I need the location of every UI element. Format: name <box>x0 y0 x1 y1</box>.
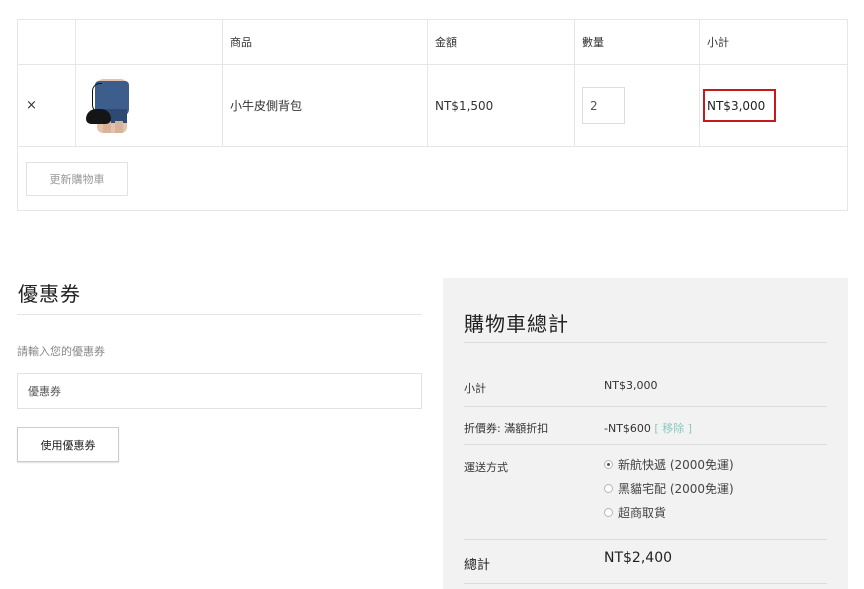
remove-cell: × <box>18 65 75 146</box>
totals-subtotal-row: 小計 NT$3,000 <box>464 343 827 407</box>
subtotal-cell: NT$3,000 <box>699 65 847 146</box>
coupon-divider <box>17 314 422 315</box>
totals-subtotal-label: 小計 <box>464 382 486 395</box>
header-thumbnail-cell <box>75 20 222 64</box>
header-product: 商品 <box>222 20 427 64</box>
totals-subtotal-value: NT$3,000 <box>604 379 658 392</box>
radio-selected-icon[interactable] <box>604 459 613 469</box>
radio-unselected-icon[interactable] <box>604 507 613 517</box>
totals-title: 購物車總計 <box>464 312 569 336</box>
header-product-label: 商品 <box>230 36 252 49</box>
line-subtotal: NT$3,000 <box>707 98 766 113</box>
shipping-options: 新航快遞 (2000免運) 黑貓宅配 (2000免運) 超商取貨 <box>604 452 734 524</box>
radio-unselected-icon[interactable] <box>604 483 613 493</box>
quantity-input[interactable] <box>582 87 625 124</box>
shipping-option-label: 黑貓宅配 (2000免運) <box>618 481 734 496</box>
cart-table: 商品 金額 數量 小計 × 小牛皮側背包 NT$1,500 2 NT$3,000… <box>17 19 848 211</box>
header-price-label: 金額 <box>435 36 457 49</box>
thumbnail-cell <box>75 65 222 146</box>
remove-coupon-link[interactable]: [ 移除 ] <box>654 422 692 435</box>
price-cell: NT$1,500 <box>427 65 574 146</box>
table-row: × 小牛皮側背包 NT$1,500 NT$3,000 <box>18 65 847 147</box>
grand-total-label: 總計 <box>464 558 491 573</box>
remove-item-icon[interactable]: × <box>18 99 37 112</box>
cart-totals-panel: 購物車總計 小計 NT$3,000 折價券: 滿額折扣 -NT$600 [ 移除… <box>443 278 848 589</box>
subtotal-highlight: NT$3,000 <box>703 89 776 122</box>
shipping-option-label: 新航快遞 (2000免運) <box>618 457 734 472</box>
header-subtotal-label: 小計 <box>707 36 729 49</box>
product-name-link[interactable]: 小牛皮側背包 <box>223 97 302 114</box>
apply-coupon-button[interactable]: 使用優惠券 <box>17 427 119 462</box>
totals-coupon-value: -NT$600 [ 移除 ] <box>604 420 692 436</box>
header-quantity: 數量 <box>574 20 699 64</box>
product-thumbnail[interactable] <box>83 78 137 133</box>
product-price: NT$1,500 <box>435 98 494 113</box>
coupon-prompt: 請輸入您的優惠券 <box>17 345 105 358</box>
totals-grand-total-row: 總計 NT$2,400 <box>464 540 827 584</box>
cart-table-header: 商品 金額 數量 小計 <box>18 20 847 65</box>
quantity-cell <box>574 65 699 146</box>
shipping-option-home-delivery[interactable]: 黑貓宅配 (2000免運) <box>604 476 734 500</box>
shipping-option-label: 超商取貨 <box>618 505 667 520</box>
header-quantity-label: 數量 <box>582 36 604 49</box>
coupon-input[interactable] <box>17 373 422 409</box>
shipping-option-store-pickup[interactable]: 超商取貨 <box>604 500 734 524</box>
totals-shipping-row: 運送方式 新航快遞 (2000免運) 黑貓宅配 (2000免運) 超商取貨 <box>464 445 827 540</box>
totals-coupon-row: 折價券: 滿額折扣 -NT$600 [ 移除 ] <box>464 407 827 445</box>
product-name-cell: 小牛皮側背包 <box>222 65 427 146</box>
header-subtotal: 小計 <box>699 20 847 64</box>
shipping-option-express[interactable]: 新航快遞 (2000免運) <box>604 452 734 476</box>
header-price: 金額 <box>427 20 574 64</box>
header-remove-cell <box>18 20 75 64</box>
coupon-title: 優惠券 <box>18 282 81 306</box>
totals-coupon-label: 折價券: 滿額折扣 <box>464 422 549 435</box>
coupon-discount: -NT$600 <box>604 422 651 435</box>
grand-total-value: NT$2,400 <box>604 550 673 566</box>
shipping-label: 運送方式 <box>464 461 508 474</box>
coupon-section: 優惠券 請輸入您的優惠券 使用優惠券 <box>17 278 422 462</box>
update-cart-button[interactable]: 更新購物車 <box>26 162 128 196</box>
